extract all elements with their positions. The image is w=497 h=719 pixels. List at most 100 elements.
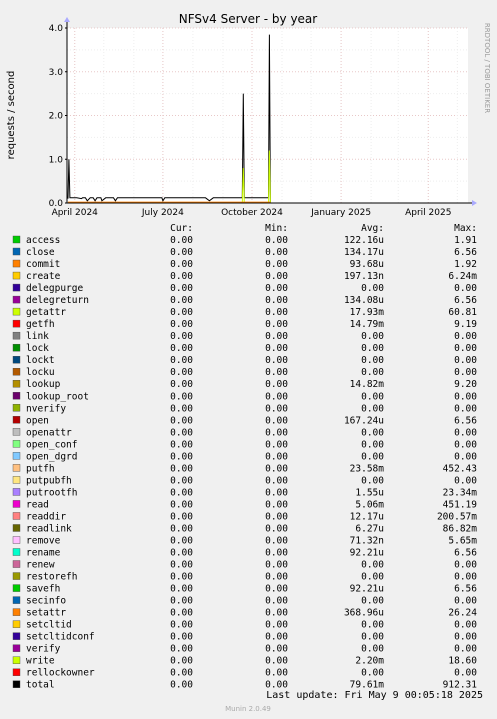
legend-name-getattr: getattr [26, 307, 66, 318]
legend-avg-lookup_root: 0.00 [361, 391, 384, 402]
legend-avg-secinfo: 0.00 [361, 596, 384, 607]
legend-min-verify: 0.00 [265, 644, 288, 655]
legend-max-rename: 6.56 [454, 548, 477, 559]
legend-swatch-putrootfh [12, 488, 21, 496]
legend-name-remove: remove [26, 536, 61, 547]
legend-max-lock: 0.00 [454, 343, 477, 354]
legend-min-putfh: 0.00 [265, 463, 288, 474]
legend-cur-secinfo: 0.00 [170, 596, 193, 607]
legend-swatch-delegpurge [12, 283, 21, 292]
legend-min-delegreturn: 0.00 [265, 295, 288, 306]
legend-name-getfh: getfh [26, 319, 55, 330]
legend-name-delegpurge: delegpurge [26, 283, 83, 294]
legend-min-getfh: 0.00 [265, 319, 288, 330]
legend-max-putrootfh: 23.34m [443, 487, 478, 498]
legend-name-total: total [26, 680, 55, 691]
legend-min-commit: 0.00 [265, 259, 288, 270]
legend-name-lookup: lookup [26, 379, 61, 390]
legend-min-delegpurge: 0.00 [265, 283, 288, 294]
legend-avg-create: 197.13n [344, 271, 384, 282]
munin-graph: NFSv4 Server - by year requests / second… [0, 0, 497, 719]
legend-max-delegreturn: 6.56 [454, 295, 477, 306]
legend-swatch-read [12, 500, 21, 508]
legend-max-write: 18.60 [448, 656, 477, 667]
legend-max-setcltid: 0.00 [454, 620, 477, 631]
legend-max-setcltidconf: 0.00 [454, 632, 477, 643]
legend-min-rename: 0.00 [265, 548, 288, 559]
x-tick-label: April 2024 [52, 208, 99, 218]
legend-avg-putpubfh: 0.00 [361, 475, 384, 486]
legend-min-setattr: 0.00 [265, 608, 288, 619]
legend-name-restorefh: restorefh [26, 572, 77, 583]
legend-cur-total: 0.00 [170, 680, 193, 691]
legend-cur-lookup_root: 0.00 [170, 391, 193, 402]
legend-cur-savefh: 0.00 [170, 584, 193, 595]
legend-max-access: 1.91 [454, 235, 477, 246]
legend-max-lockt: 0.00 [454, 355, 477, 366]
legend-cur-commit: 0.00 [170, 259, 193, 270]
legend-name-nverify: nverify [26, 403, 66, 414]
legend-name-putfh: putfh [26, 463, 55, 474]
legend-max-secinfo: 0.00 [454, 596, 477, 607]
legend-min-nverify: 0.00 [265, 403, 288, 414]
legend-max-getattr: 60.81 [448, 307, 477, 318]
legend-swatch-getattr [12, 307, 21, 316]
legend-name-renew: renew [26, 560, 55, 571]
legend-cur-write: 0.00 [170, 656, 193, 667]
y-tick-label: 4.0 [49, 24, 64, 34]
legend-swatch-create [12, 271, 21, 280]
legend-swatch-link [12, 331, 21, 340]
legend-min-remove: 0.00 [265, 536, 288, 547]
legend-min-secinfo: 0.00 [265, 596, 288, 607]
legend-max-locku: 0.00 [454, 367, 477, 378]
legend-swatch-commit [12, 259, 21, 268]
x-tick-label: July 2024 [141, 208, 184, 218]
legend-swatch-write [12, 656, 21, 664]
legend-min-lock: 0.00 [265, 343, 288, 354]
legend-max-setattr: 26.24 [448, 608, 477, 619]
legend-name-savefh: savefh [26, 584, 60, 595]
legend-cur-open: 0.00 [170, 415, 193, 426]
legend-avg-locku: 0.00 [361, 367, 384, 378]
legend-name-readlink: readlink [26, 523, 72, 534]
legend-avg-readlink: 6.27u [355, 523, 384, 534]
legend-swatch-total [12, 680, 21, 688]
legend-max-getfh: 9.19 [454, 319, 477, 330]
legend-cur-nverify: 0.00 [170, 403, 193, 414]
legend-min-lockt: 0.00 [265, 355, 288, 366]
legend-min-readdir: 0.00 [265, 511, 288, 522]
legend-cur-link: 0.00 [170, 331, 193, 342]
legend-cur-open_dgrd: 0.00 [170, 451, 193, 462]
legend-max-openattr: 0.00 [454, 427, 477, 438]
legend-max-remove: 5.65m [448, 536, 477, 547]
legend-avg-remove: 71.32n [350, 536, 384, 547]
legend-max-open_conf: 0.00 [454, 439, 477, 450]
legend-swatch-setcltidconf [12, 632, 21, 640]
legend-cur-close: 0.00 [170, 247, 193, 258]
legend-avg-lookup: 14.82m [350, 379, 385, 390]
legend-swatch-setcltid [12, 620, 21, 628]
legend-swatch-open [12, 416, 21, 424]
legend-min-access: 0.00 [265, 235, 288, 246]
legend-cur-read: 0.00 [170, 499, 193, 510]
legend-swatch-lockt [12, 356, 21, 364]
legend-min-close: 0.00 [265, 247, 288, 258]
legend-cur-readlink: 0.00 [170, 523, 193, 534]
legend-min-link: 0.00 [265, 331, 288, 342]
legend-name-lookup_root: lookup_root [26, 391, 89, 402]
legend-max-putfh: 452.43 [443, 463, 477, 474]
legend-min-open_conf: 0.00 [265, 439, 288, 450]
x-tick-label: April 2025 [405, 208, 451, 218]
legend-cur-setcltidconf: 0.00 [170, 632, 193, 643]
legend-swatch-open_conf [12, 440, 21, 448]
legend-cur-delegpurge: 0.00 [170, 283, 193, 294]
legend-swatch-rellockowner [12, 668, 21, 676]
legend-avg-setcltidconf: 0.00 [361, 632, 384, 643]
legend-avg-restorefh: 0.00 [361, 572, 384, 583]
legend-swatch-rename [12, 548, 21, 556]
legend-min-getattr: 0.00 [265, 307, 288, 318]
legend-swatch-access [12, 235, 21, 244]
legend-cur-create: 0.00 [170, 271, 193, 282]
legend-name-locku: locku [26, 367, 55, 378]
legend-cur-putpubfh: 0.00 [170, 475, 193, 486]
